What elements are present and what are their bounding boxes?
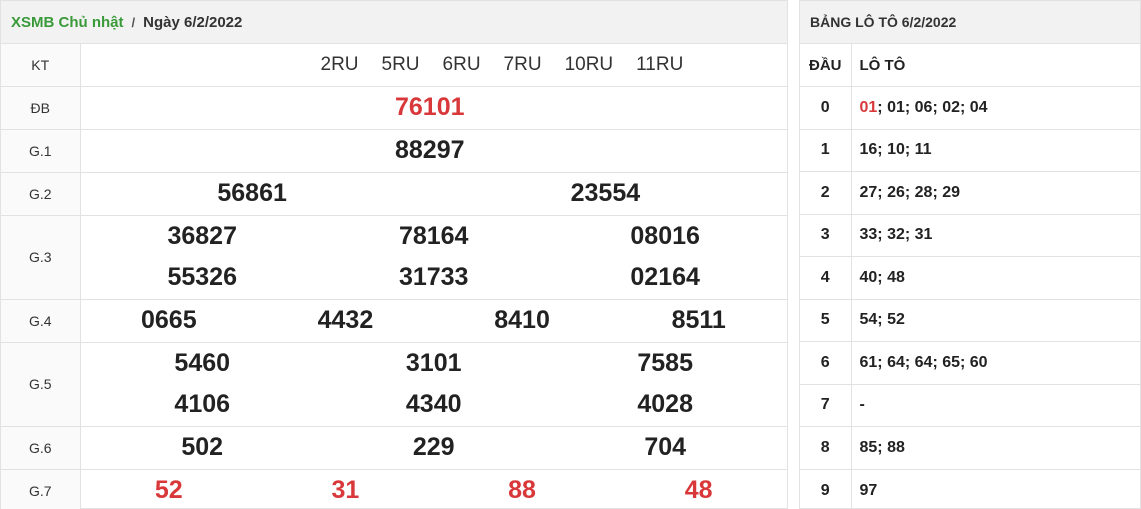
row-g4: G.4 0665 4432 8410 8511 [1, 298, 787, 342]
loto-values: 61; 64; 64; 65; 60 [851, 341, 1140, 384]
loto-values: 33; 32; 31 [851, 213, 1140, 257]
loto-header: BẢNG LÔ TÔ 6/2/2022 [800, 1, 1140, 44]
prize-number: 08016 [630, 222, 700, 250]
code-item: 2RU [320, 53, 359, 75]
loto-row: 2 27; 26; 28; 29 [800, 171, 1140, 214]
loto-highlight: 01 [859, 98, 878, 116]
date-label: Ngày 6/2/2022 [143, 13, 243, 31]
prize-number: 8410 [494, 306, 550, 334]
loto-cell: 01; 01; 06; 02; 04 [851, 86, 1140, 129]
loto-row: 9 97 [800, 468, 1140, 509]
code-item: 5RU [381, 53, 420, 75]
dau-cell: 7 [800, 383, 852, 427]
special-prize: 76101 [394, 93, 465, 121]
row-db: ĐB 76101 [1, 85, 787, 129]
dau-cell: 2 [800, 171, 852, 214]
prize-number: 88 [508, 476, 536, 504]
prize-number: 502 [181, 433, 224, 461]
prize-number: 4028 [637, 390, 693, 418]
code-item: 7RU [503, 53, 542, 75]
col-dau: ĐẦU [800, 44, 852, 87]
prize-number: 0665 [141, 306, 197, 334]
row-g2: G.2 56861 23554 [1, 171, 787, 215]
prize-number: 48 [684, 476, 713, 504]
label-g6: G.6 [1, 425, 81, 469]
dau-cell: 0 [800, 86, 852, 129]
loto-table: ĐẦU LÔ TÔ 0 01; 01; 06; 02; 04 1 16; 10;… [800, 44, 1140, 509]
loto-values: - [851, 383, 1140, 427]
prize-number: 78164 [398, 222, 469, 250]
dau-cell: 8 [800, 426, 852, 469]
results-panel: XSMB Chủ nhật / Ngày 6/2/2022 KT 2RU 5RU… [0, 0, 788, 509]
label-db: ĐB [1, 85, 81, 129]
row-kt: KT 2RU 5RU 6RU 7RU 10RU 11RU [1, 44, 787, 86]
loto-row: 5 54; 52 [800, 298, 1140, 342]
loto-row: 7 - [800, 383, 1140, 427]
code-item: 6RU [442, 53, 481, 75]
label-g2: G.2 [1, 171, 81, 215]
label-g1: G.1 [1, 128, 81, 172]
prize-number: 4106 [174, 390, 231, 418]
loto-row: 3 33; 32; 31 [800, 213, 1140, 257]
results-table: KT 2RU 5RU 6RU 7RU 10RU 11RU ĐB 76101 G.… [1, 44, 787, 509]
prize-number: 8511 [671, 306, 726, 334]
dau-cell: 1 [800, 128, 852, 172]
loto-row: 0 01; 01; 06; 02; 04 [800, 86, 1140, 129]
code-list: 2RU 5RU 6RU 7RU 10RU 11RU [81, 44, 788, 85]
prize-number: 55326 [167, 263, 237, 291]
row-g1: G.1 88297 [1, 128, 787, 172]
loto-head-row: ĐẦU LÔ TÔ [800, 44, 1140, 87]
loto-values: 85; 88 [851, 426, 1140, 469]
prize-number: 4432 [317, 306, 374, 334]
prize-number: 31 [331, 476, 360, 504]
prize-number: 23554 [570, 179, 641, 207]
loto-values: 40; 48 [851, 256, 1140, 299]
label-kt: KT [1, 44, 81, 86]
row-g6: G.6 502 229 704 [1, 425, 787, 469]
prize-number: 7585 [637, 349, 693, 377]
loto-values: 54; 52 [851, 298, 1140, 342]
prize-number: 229 [412, 433, 455, 461]
label-g4: G.4 [1, 298, 81, 342]
loto-values: 27; 26; 28; 29 [851, 171, 1140, 214]
prize-number: 704 [644, 433, 687, 461]
row-g3: G.3 36827 78164 08016 55326 31733 02164 [1, 214, 787, 299]
prize-number: 3101 [405, 349, 462, 377]
prize-number: 4340 [405, 390, 462, 418]
label-g5: G.5 [1, 341, 81, 426]
loto-title: BẢNG LÔ TÔ 6/2/2022 [810, 14, 957, 30]
loto-values: ; 01; 06; 02; 04 [877, 98, 988, 116]
dau-cell: 9 [800, 468, 852, 509]
prize-number: 56861 [217, 179, 287, 207]
loto-panel: BẢNG LÔ TÔ 6/2/2022 ĐẦU LÔ TÔ 0 01; 01; … [799, 0, 1141, 509]
dau-cell: 6 [800, 341, 852, 384]
loto-values: 16; 10; 11 [851, 128, 1140, 172]
col-loto: LÔ TÔ [859, 56, 906, 74]
loto-row: 1 16; 10; 11 [800, 128, 1140, 172]
prize-number: 52 [154, 476, 183, 504]
prize-number: 02164 [630, 263, 700, 291]
row-g5: G.5 5460 3101 7585 4106 4340 4028 [1, 341, 787, 426]
dau-cell: 4 [800, 256, 852, 299]
label-g7: G.7 [1, 468, 81, 509]
label-g3: G.3 [1, 214, 81, 299]
row-g7: G.7 52 31 88 48 [1, 468, 787, 509]
prize-number: 5460 [174, 349, 231, 377]
loto-row: 6 61; 64; 64; 65; 60 [800, 341, 1140, 384]
prize-number: 31733 [398, 263, 469, 291]
results-header: XSMB Chủ nhật / Ngày 6/2/2022 [1, 1, 787, 44]
loto-row: 4 40; 48 [800, 256, 1140, 299]
loto-values: 97 [851, 468, 1140, 509]
first-prize: 88297 [394, 136, 465, 164]
breadcrumb-separator: / [131, 14, 136, 30]
region-day-link[interactable]: XSMB Chủ nhật [11, 14, 124, 31]
prize-number: 36827 [167, 222, 237, 250]
dau-cell: 5 [800, 298, 852, 342]
code-item: 10RU [564, 53, 614, 75]
code-item: 11RU [636, 53, 684, 75]
dau-cell: 3 [800, 213, 852, 257]
loto-row: 8 85; 88 [800, 426, 1140, 469]
